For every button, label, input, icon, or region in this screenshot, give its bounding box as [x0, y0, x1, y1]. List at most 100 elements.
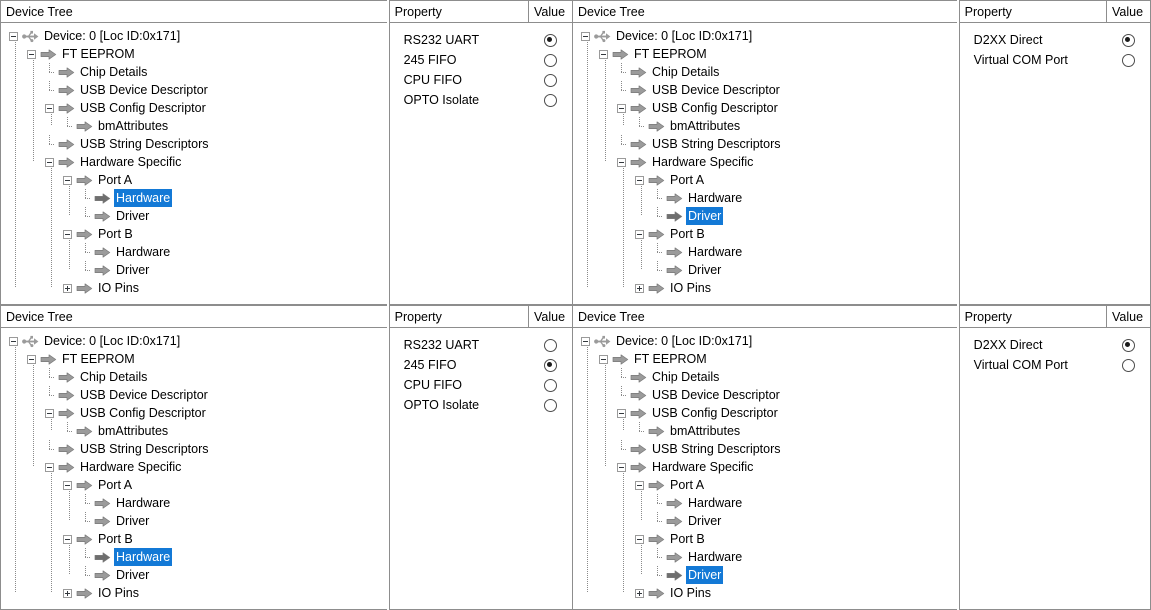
- expand-toggle[interactable]: [635, 283, 644, 293]
- collapse-toggle[interactable]: [599, 49, 608, 59]
- tree-node[interactable]: Hardware Specific: [573, 458, 957, 476]
- tree-node[interactable]: Device: 0 [Loc ID:0x171]: [1, 27, 387, 45]
- collapse-toggle[interactable]: [617, 408, 626, 418]
- device-tree-body[interactable]: Device: 0 [Loc ID:0x171] FT EEPROM Chip De…: [0, 328, 387, 610]
- collapse-toggle[interactable]: [635, 175, 644, 185]
- radio-button[interactable]: [1121, 358, 1135, 372]
- collapse-toggle[interactable]: [9, 336, 18, 346]
- expand-toggle[interactable]: [63, 283, 72, 293]
- tree-node[interactable]: FT EEPROM: [573, 45, 957, 63]
- tree-node-selected[interactable]: Hardware: [1, 188, 387, 207]
- tree-node-selected[interactable]: Driver: [573, 565, 957, 584]
- collapse-toggle[interactable]: [45, 462, 54, 472]
- collapse-toggle[interactable]: [581, 31, 590, 41]
- radio-button-checked[interactable]: [543, 358, 557, 372]
- collapse-toggle[interactable]: [617, 103, 626, 113]
- tree-node[interactable]: Port B: [1, 225, 387, 243]
- collapse-toggle[interactable]: [63, 175, 72, 185]
- collapse-toggle[interactable]: [581, 336, 590, 346]
- collapse-toggle[interactable]: [617, 462, 626, 472]
- tree-node[interactable]: Driver: [1, 206, 387, 225]
- tree-node[interactable]: bmAttributes: [573, 421, 957, 440]
- property-value[interactable]: [1106, 33, 1150, 47]
- tree-node[interactable]: Device: 0 [Loc ID:0x171]: [1, 332, 387, 350]
- property-row[interactable]: CPU FIFO: [390, 375, 572, 395]
- property-value[interactable]: [528, 73, 572, 87]
- collapse-toggle[interactable]: [45, 157, 54, 167]
- tree-node[interactable]: USB Device Descriptor: [573, 80, 957, 99]
- tree-node[interactable]: Hardware: [573, 188, 957, 207]
- tree-node[interactable]: USB String Descriptors: [1, 134, 387, 153]
- tree-node[interactable]: Port B: [573, 530, 957, 548]
- tree-node[interactable]: USB Device Descriptor: [1, 385, 387, 404]
- tree-node[interactable]: Hardware: [1, 242, 387, 261]
- tree-node[interactable]: Hardware Specific: [1, 458, 387, 476]
- property-row[interactable]: OPTO Isolate: [390, 395, 572, 415]
- tree-node[interactable]: Chip Details: [573, 367, 957, 386]
- property-row[interactable]: Virtual COM Port: [960, 355, 1150, 375]
- tree-node[interactable]: Driver: [1, 511, 387, 530]
- property-value[interactable]: [528, 378, 572, 392]
- tree-node[interactable]: Port A: [1, 171, 387, 189]
- radio-button[interactable]: [543, 398, 557, 412]
- tree-node[interactable]: Driver: [1, 260, 387, 279]
- tree-node[interactable]: Hardware Specific: [1, 153, 387, 171]
- tree-node[interactable]: USB String Descriptors: [573, 134, 957, 153]
- collapse-toggle[interactable]: [635, 229, 644, 239]
- collapse-toggle[interactable]: [27, 354, 36, 364]
- property-row[interactable]: Virtual COM Port: [960, 50, 1150, 70]
- tree-node[interactable]: Hardware: [1, 493, 387, 512]
- collapse-toggle[interactable]: [63, 229, 72, 239]
- collapse-toggle[interactable]: [63, 480, 72, 490]
- radio-button[interactable]: [1121, 53, 1135, 67]
- device-tree-body[interactable]: Device: 0 [Loc ID:0x171] FT EEPROM Chip De…: [0, 23, 387, 305]
- tree-node[interactable]: Driver: [1, 565, 387, 584]
- radio-button-checked[interactable]: [543, 33, 557, 47]
- property-row[interactable]: D2XX Direct: [960, 30, 1150, 50]
- radio-button[interactable]: [543, 53, 557, 67]
- tree-node[interactable]: bmAttributes: [1, 421, 387, 440]
- device-tree-body[interactable]: Device: 0 [Loc ID:0x171] FT EEPROM Chip De…: [572, 328, 957, 610]
- property-value[interactable]: [1106, 53, 1150, 67]
- radio-button[interactable]: [543, 338, 557, 352]
- property-value[interactable]: [528, 398, 572, 412]
- tree-node[interactable]: bmAttributes: [573, 116, 957, 135]
- tree-node[interactable]: Port A: [573, 476, 957, 494]
- radio-button[interactable]: [543, 378, 557, 392]
- tree-node[interactable]: USB String Descriptors: [573, 439, 957, 458]
- tree-node[interactable]: Chip Details: [1, 62, 387, 81]
- radio-button-checked[interactable]: [1121, 338, 1135, 352]
- tree-node-selected[interactable]: Hardware: [1, 547, 387, 566]
- tree-node[interactable]: Port A: [1, 476, 387, 494]
- tree-node[interactable]: USB Config Descriptor: [573, 99, 957, 117]
- tree-node[interactable]: bmAttributes: [1, 116, 387, 135]
- tree-node[interactable]: Driver: [573, 260, 957, 279]
- tree-node[interactable]: USB Device Descriptor: [573, 385, 957, 404]
- collapse-toggle[interactable]: [635, 480, 644, 490]
- expand-toggle[interactable]: [63, 588, 72, 598]
- radio-button[interactable]: [543, 93, 557, 107]
- tree-node[interactable]: USB Config Descriptor: [1, 99, 387, 117]
- tree-node[interactable]: Port A: [573, 171, 957, 189]
- property-row[interactable]: D2XX Direct: [960, 335, 1150, 355]
- tree-node[interactable]: IO Pins: [1, 584, 387, 602]
- radio-button[interactable]: [543, 73, 557, 87]
- collapse-toggle[interactable]: [9, 31, 18, 41]
- tree-node[interactable]: USB Config Descriptor: [573, 404, 957, 422]
- property-row[interactable]: RS232 UART: [390, 30, 572, 50]
- tree-node[interactable]: USB Config Descriptor: [1, 404, 387, 422]
- tree-node[interactable]: FT EEPROM: [573, 350, 957, 368]
- collapse-toggle[interactable]: [45, 408, 54, 418]
- property-row[interactable]: 245 FIFO: [390, 50, 572, 70]
- tree-node[interactable]: Port B: [1, 530, 387, 548]
- tree-node[interactable]: Chip Details: [1, 367, 387, 386]
- tree-node-selected[interactable]: Driver: [573, 206, 957, 225]
- property-row[interactable]: OPTO Isolate: [390, 90, 572, 110]
- collapse-toggle[interactable]: [599, 354, 608, 364]
- collapse-toggle[interactable]: [45, 103, 54, 113]
- tree-node[interactable]: Driver: [573, 511, 957, 530]
- property-value[interactable]: [1106, 358, 1150, 372]
- expand-toggle[interactable]: [635, 588, 644, 598]
- tree-node[interactable]: IO Pins: [573, 279, 957, 297]
- property-row[interactable]: CPU FIFO: [390, 70, 572, 90]
